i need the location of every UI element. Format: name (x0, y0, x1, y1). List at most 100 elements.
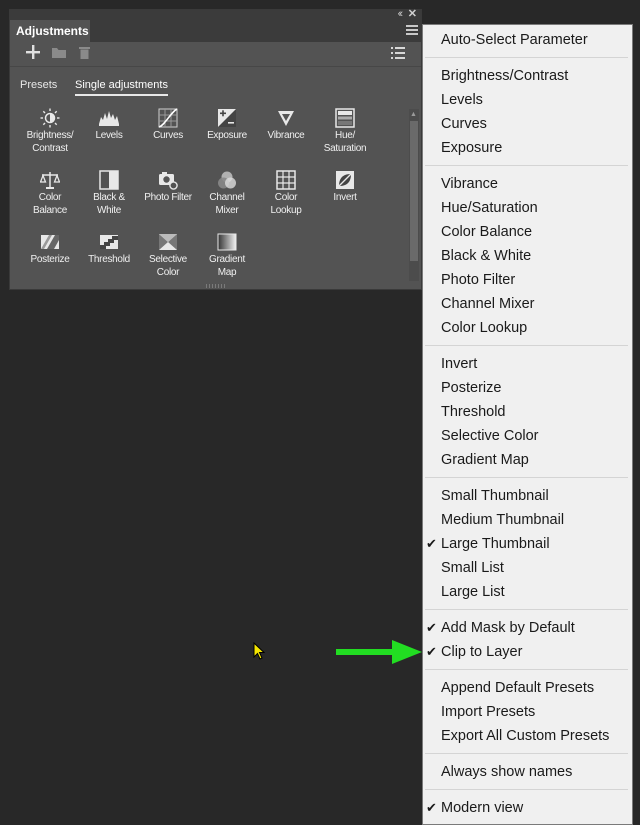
menu-item-small-list[interactable]: Small List (423, 556, 632, 580)
menu-separator (425, 345, 628, 346)
menu-item-black-white[interactable]: Black & White (423, 244, 632, 268)
adjustment-color-balance[interactable]: Color Balance (20, 170, 80, 217)
color-lookup-icon (276, 170, 296, 190)
checkmark-icon: ✔ (426, 800, 437, 815)
curves-icon (158, 108, 178, 128)
adjustment-photo-filter[interactable]: Photo Filter (138, 170, 198, 204)
adjustment-selective-color[interactable]: Selective Color (138, 232, 198, 279)
menu-item-export-all-custom-presets[interactable]: Export All Custom Presets (423, 724, 632, 748)
menu-item-curves[interactable]: Curves (423, 112, 632, 136)
menu-item-levels[interactable]: Levels (423, 88, 632, 112)
tab-single-adjustments[interactable]: Single adjustments (75, 76, 168, 96)
hue-saturation-icon (335, 108, 355, 128)
collapse-panel-icon[interactable]: ‹‹ (398, 8, 404, 20)
menu-item-add-mask-by-default[interactable]: ✔ Add Mask by Default (423, 616, 632, 640)
menu-item-posterize[interactable]: Posterize (423, 376, 632, 400)
adjustment-label: Threshold (88, 254, 130, 265)
close-panel-icon[interactable]: ✕ (408, 8, 417, 20)
list-view-icon[interactable] (391, 46, 405, 60)
adjustment-label: Color (274, 192, 298, 203)
panel-scrollbar[interactable]: ▲ (409, 109, 419, 281)
panel-menu-icon[interactable] (406, 25, 418, 35)
menu-item-hue-saturation[interactable]: Hue/Saturation (423, 196, 632, 220)
menu-item-invert[interactable]: Invert (423, 352, 632, 376)
menu-separator (425, 669, 628, 670)
adjustment-label: Mixer (215, 205, 239, 216)
adjustment-threshold[interactable]: Threshold (79, 232, 139, 266)
menu-item-channel-mixer[interactable]: Channel Mixer (423, 292, 632, 316)
adjustment-channel-mixer[interactable]: Channel Mixer (197, 170, 257, 217)
menu-item-photo-filter[interactable]: Photo Filter (423, 268, 632, 292)
scrollbar-thumb[interactable] (410, 121, 418, 261)
adjustment-label: Selective (149, 254, 187, 265)
menu-separator (425, 57, 628, 58)
adjustment-label: Black & (93, 192, 125, 203)
menu-separator (425, 165, 628, 166)
adjustments-panel: ‹‹ ✕ Adjustments Presets Single adjustme… (9, 8, 422, 290)
menu-item-large-list[interactable]: Large List (423, 580, 632, 604)
adjustment-label: Invert (333, 192, 357, 203)
folder-icon[interactable] (52, 47, 66, 58)
adjustment-label: Posterize (30, 254, 70, 265)
add-icon[interactable] (26, 45, 40, 59)
menu-item-gradient-map[interactable]: Gradient Map (423, 448, 632, 472)
checkmark-icon: ✔ (426, 536, 437, 551)
menu-item-small-thumbnail[interactable]: Small Thumbnail (423, 484, 632, 508)
menu-item-selective-color[interactable]: Selective Color (423, 424, 632, 448)
scroll-up-arrow-icon[interactable]: ▲ (410, 111, 417, 119)
panel-toolbar (10, 42, 421, 66)
posterize-icon (41, 235, 59, 249)
menu-separator (425, 753, 628, 754)
threshold-icon (100, 235, 118, 249)
menu-item-medium-thumbnail[interactable]: Medium Thumbnail (423, 508, 632, 532)
selective-color-icon (159, 234, 177, 250)
invert-icon (336, 171, 354, 189)
adjustment-curves[interactable]: Curves (138, 108, 198, 142)
adjustment-gradient-map[interactable]: Gradient Map (197, 232, 257, 279)
adjustment-brightness-contrast[interactable]: Brightness/ Contrast (20, 108, 80, 155)
panel-top-bar: ‹‹ ✕ (10, 8, 421, 20)
menu-item-clip-to-layer[interactable]: ✔ Clip to Layer (423, 640, 632, 664)
menu-item-large-thumbnail[interactable]: ✔ Large Thumbnail (423, 532, 632, 556)
menu-item-color-lookup[interactable]: Color Lookup (423, 316, 632, 340)
adjustment-posterize[interactable]: Posterize (20, 232, 80, 266)
adjustment-levels[interactable]: Levels (79, 108, 139, 142)
panel-flyout-menu: Auto-Select Parameter Brightness/Contras… (422, 24, 633, 825)
adjustment-exposure[interactable]: Exposure (197, 108, 257, 142)
adjustment-vibrance[interactable]: Vibrance (256, 108, 316, 142)
mouse-cursor-icon (253, 642, 265, 660)
adjustment-tabs: Presets Single adjustments (10, 76, 421, 100)
trash-icon[interactable] (79, 46, 90, 59)
menu-item-exposure[interactable]: Exposure (423, 136, 632, 160)
toolbar-divider (10, 66, 421, 67)
menu-item-threshold[interactable]: Threshold (423, 400, 632, 424)
menu-item-auto-select-parameter[interactable]: Auto-Select Parameter (423, 28, 632, 52)
panel-resize-grip[interactable] (206, 284, 226, 288)
adjustment-label: Balance (32, 205, 68, 216)
adjustment-hue-saturation[interactable]: Hue/ Saturation (315, 108, 375, 155)
menu-separator (425, 477, 628, 478)
menu-item-import-presets[interactable]: Import Presets (423, 700, 632, 724)
menu-item-brightness-contrast[interactable]: Brightness/Contrast (423, 64, 632, 88)
panel-title-tab[interactable]: Adjustments (10, 20, 90, 42)
adjustment-label: Gradient (209, 254, 245, 265)
panel-tab-bar: Adjustments (10, 20, 421, 42)
exposure-icon (218, 109, 236, 127)
adjustment-black-white[interactable]: Black & White (79, 170, 139, 217)
menu-item-modern-view[interactable]: ✔ Modern view (423, 796, 632, 820)
menu-item-vibrance[interactable]: Vibrance (423, 172, 632, 196)
tab-presets[interactable]: Presets (20, 76, 57, 94)
brightness-icon (40, 108, 60, 128)
green-arrow-icon (336, 640, 422, 664)
adjustment-label: Brightness/ (26, 130, 74, 141)
levels-icon (99, 111, 119, 126)
menu-separator (425, 789, 628, 790)
channel-mixer-icon (218, 171, 236, 189)
menu-item-color-balance[interactable]: Color Balance (423, 220, 632, 244)
menu-item-always-show-names[interactable]: Always show names (423, 760, 632, 784)
adjustment-color-lookup[interactable]: Color Lookup (256, 170, 316, 217)
adjustment-invert[interactable]: Invert (315, 170, 375, 204)
checkmark-icon: ✔ (426, 620, 437, 635)
adjustment-label: Lookup (270, 205, 302, 216)
menu-item-append-default-presets[interactable]: Append Default Presets (423, 676, 632, 700)
